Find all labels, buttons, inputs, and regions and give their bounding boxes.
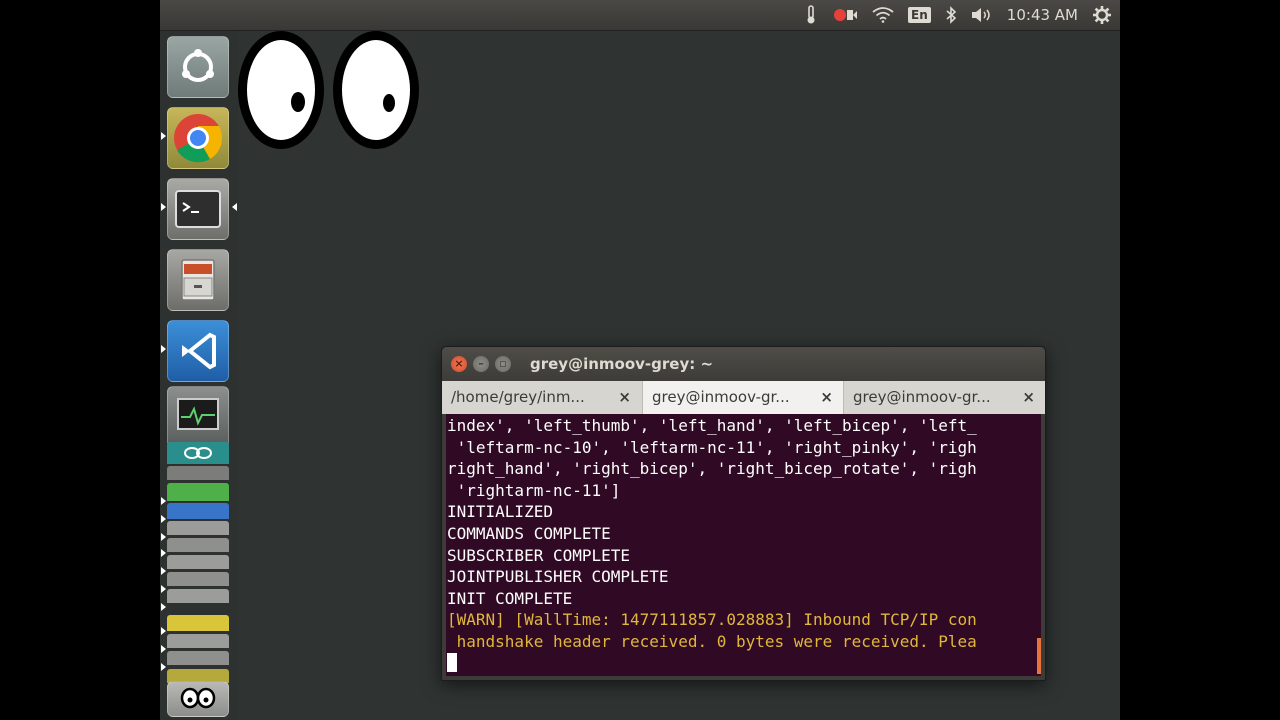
xeyes-right-eye [333, 31, 419, 149]
desktop: En 10:43 AM × – ▫ grey@inmoov-grey: ~ /h… [160, 0, 1120, 720]
maximize-window-button[interactable]: ▫ [495, 356, 511, 372]
terminal-launcher[interactable] [167, 178, 229, 240]
terminal-line: 'leftarm-nc-10', 'leftarm-nc-11', 'right… [447, 437, 977, 457]
stacked-launcher-item-7[interactable] [167, 589, 229, 603]
arduino-launcher[interactable] [167, 442, 229, 464]
system-monitor-launcher[interactable] [167, 386, 229, 448]
xeyes-right-pupil [383, 94, 395, 112]
xeyes-left-eye [238, 31, 324, 149]
terminal-tab-3[interactable]: grey@inmoov-gr... × [844, 381, 1045, 414]
terminal-line: INIT COMPLETE [447, 588, 573, 608]
tab-label: /home/grey/inm... [451, 388, 585, 406]
stacked-launcher-item-4[interactable] [167, 538, 229, 552]
terminal-line: handshake header received. 0 bytes were … [447, 632, 977, 651]
stacked-launcher-item-10[interactable] [167, 651, 229, 665]
qt-creator-launcher[interactable] [167, 483, 229, 501]
close-window-button[interactable]: × [451, 356, 467, 372]
wifi-icon[interactable] [872, 0, 894, 30]
stacked-launcher-item-6[interactable] [167, 572, 229, 586]
terminal-line: 'rightarm-nc-11'] [447, 480, 621, 500]
terminal-line: COMMANDS COMPLETE [447, 524, 611, 543]
system-monitor-icon [177, 398, 219, 430]
stacked-launcher-item-5[interactable] [167, 555, 229, 569]
keyboard-language-indicator[interactable]: En [908, 0, 931, 30]
top-panel: En 10:43 AM [160, 0, 1120, 31]
system-gear-icon[interactable] [1092, 0, 1112, 30]
terminal-line: INITIALIZED [447, 502, 553, 522]
scrollbar-thumb[interactable] [1037, 638, 1041, 674]
stacked-launcher-item-2[interactable] [167, 503, 229, 519]
files-launcher[interactable] [167, 249, 229, 311]
dash-button[interactable] [167, 36, 229, 98]
tab-label: grey@inmoov-gr... [652, 388, 790, 406]
stacked-launcher-item-3[interactable] [167, 521, 229, 535]
terminal-line: [WARN] [WallTime: 1477111857.028883] Inb… [447, 610, 977, 630]
terminal-line: right_hand', 'right_bicep', 'right_bicep… [447, 459, 977, 479]
tab-label: grey@inmoov-gr... [853, 388, 991, 406]
stacked-launcher-item-8[interactable] [167, 615, 229, 631]
terminal-titlebar[interactable]: × – ▫ grey@inmoov-grey: ~ [442, 347, 1045, 381]
close-tab-icon[interactable]: × [1022, 381, 1035, 413]
terminal-tab-bar: /home/grey/inm... × grey@inmoov-gr... × … [442, 381, 1045, 414]
terminal-window[interactable]: × – ▫ grey@inmoov-grey: ~ /home/grey/inm… [441, 346, 1046, 681]
xeyes-left-pupil [291, 92, 305, 112]
chrome-icon [174, 114, 223, 163]
terminal-output[interactable]: index', 'left_thumb', 'left_hand', 'left… [446, 414, 1041, 676]
screen-recorder-icon[interactable] [832, 0, 858, 30]
close-tab-icon[interactable]: × [618, 381, 631, 413]
file-cabinet-icon [181, 259, 215, 301]
stacked-launcher-item-1[interactable] [167, 466, 229, 480]
terminal-icon [175, 190, 221, 228]
terminal-line: JOINTPUBLISHER COMPLETE [447, 567, 669, 587]
close-tab-icon[interactable]: × [820, 381, 833, 413]
terminal-line: index', 'left_thumb', 'left_hand', 'left… [447, 416, 977, 435]
bluetooth-icon[interactable] [945, 0, 957, 30]
terminal-line: SUBSCRIBER COMPLETE [447, 545, 631, 565]
thermometer-icon[interactable] [804, 0, 818, 30]
ubuntu-logo-icon [182, 49, 214, 82]
terminal-tab-1[interactable]: /home/grey/inm... × [442, 381, 641, 414]
terminal-tab-2[interactable]: grey@inmoov-gr... × [642, 381, 844, 414]
launcher [160, 31, 238, 720]
text-cursor [447, 653, 457, 672]
volume-icon[interactable] [971, 0, 993, 30]
stacked-launcher-item-9[interactable] [167, 634, 229, 648]
arduino-icon [184, 447, 212, 459]
clock[interactable]: 10:43 AM [1007, 0, 1078, 30]
vscode-launcher[interactable] [167, 320, 229, 382]
vscode-icon [182, 332, 216, 370]
chrome-launcher[interactable] [167, 107, 229, 169]
eyes-icon [180, 687, 216, 709]
terminal-title: grey@inmoov-grey: ~ [530, 355, 714, 373]
minimize-window-button[interactable]: – [473, 356, 489, 372]
language-label: En [908, 7, 931, 23]
xeyes-launcher[interactable] [167, 681, 229, 717]
